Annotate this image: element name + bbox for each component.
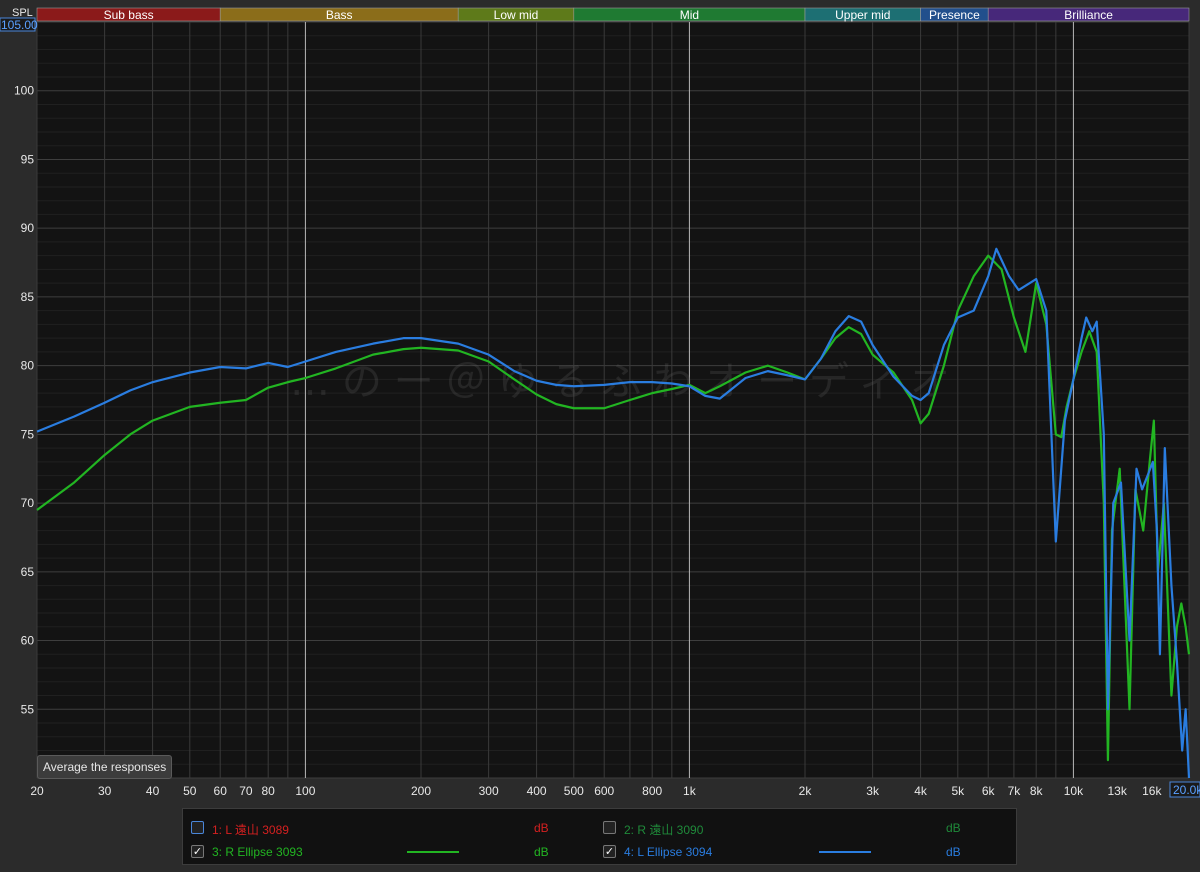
band-label: Mid	[680, 8, 699, 22]
x-tick-label: 400	[527, 784, 547, 798]
x-tick-label: 800	[642, 784, 662, 798]
x-tick-label: 500	[564, 784, 584, 798]
band-label: Bass	[326, 8, 353, 22]
x-tick-label: 13k	[1107, 784, 1127, 798]
legend-checkbox[interactable]: ✓	[603, 845, 616, 858]
x-tick-label: 6k	[982, 784, 996, 798]
y-tick-label: 55	[21, 702, 35, 716]
frequency-response-chart: Sub bass Bass Low mid Mid Upper mid Presence B…	[0, 0, 1200, 800]
legend-label: 1: L 遠山 3089	[212, 823, 289, 837]
legend-item-1[interactable]: 1: L 遠山 3089 dB	[191, 817, 571, 839]
x-tick-label: 60	[214, 784, 228, 798]
y-tick-label: 85	[21, 290, 35, 304]
band-label: Brilliance	[1064, 8, 1113, 22]
legend-item-2[interactable]: 2: R 遠山 3090 dB	[603, 817, 983, 839]
legend-line-swatch	[407, 851, 459, 853]
x-tick-label: 1k	[683, 784, 697, 798]
y-tick-label: 90	[21, 221, 35, 235]
x-tick-label: 10k	[1064, 784, 1084, 798]
band-label: Low mid	[494, 8, 539, 22]
x-tick-label: 20	[30, 784, 44, 798]
legend-checkbox[interactable]	[603, 821, 616, 834]
x-tick-label: 5k	[951, 784, 965, 798]
x-tick-label: 100	[295, 784, 315, 798]
x-right-value: 20.0k	[1173, 783, 1200, 797]
legend-checkbox[interactable]: ✓	[191, 845, 204, 858]
x-tick-label: 300	[479, 784, 499, 798]
legend-unit: dB	[534, 845, 549, 859]
band-label: Presence	[929, 8, 980, 22]
x-tick-label: 80	[262, 784, 276, 798]
y-tick-label: 70	[21, 496, 35, 510]
x-tick-label: 7k	[1008, 784, 1022, 798]
x-tick-label: 70	[239, 784, 253, 798]
legend-unit: dB	[946, 845, 961, 859]
average-responses-button[interactable]: Average the responses	[37, 755, 173, 779]
y-tick-label: 60	[21, 634, 35, 648]
band-label: Upper mid	[835, 8, 890, 22]
y-tick-label: 100	[14, 84, 34, 98]
y-tick-label: 95	[21, 152, 35, 166]
frequency-bands: Sub bass Bass Low mid Mid Upper mid Presence B…	[36, 7, 1190, 22]
y-tick-label: 75	[21, 427, 35, 441]
x-tick-label: 4k	[914, 784, 928, 798]
x-tick-label: 200	[411, 784, 431, 798]
legend-unit: dB	[946, 821, 961, 835]
band-label: Sub bass	[104, 8, 154, 22]
y-tick-label: 80	[21, 359, 35, 373]
legend-unit: dB	[534, 821, 549, 835]
x-tick-label: 3k	[866, 784, 880, 798]
x-tick-label: 30	[98, 784, 112, 798]
x-tick-label: 50	[183, 784, 197, 798]
y-tick-label: 65	[21, 565, 35, 579]
y-top-value: 105.00	[1, 18, 38, 32]
legend-label: 3: R Ellipse 3093	[212, 845, 303, 859]
x-tick-label: 40	[146, 784, 160, 798]
legend-panel: 1: L 遠山 3089 dB 2: R 遠山 3090 dB ✓ 3: R Ellips…	[182, 808, 1017, 865]
legend-item-3[interactable]: ✓ 3: R Ellipse 3093 dB	[191, 841, 571, 863]
x-tick-label: 600	[594, 784, 614, 798]
legend-item-4[interactable]: ✓ 4: L Ellipse 3094 dB	[603, 841, 983, 863]
x-tick-label: 16k	[1142, 784, 1162, 798]
legend-label: 2: R 遠山 3090	[624, 823, 704, 837]
x-tick-label: 8k	[1030, 784, 1044, 798]
legend-checkbox[interactable]	[191, 821, 204, 834]
legend-line-swatch	[819, 851, 871, 853]
legend-label: 4: L Ellipse 3094	[624, 845, 713, 859]
x-tick-label: 2k	[799, 784, 813, 798]
